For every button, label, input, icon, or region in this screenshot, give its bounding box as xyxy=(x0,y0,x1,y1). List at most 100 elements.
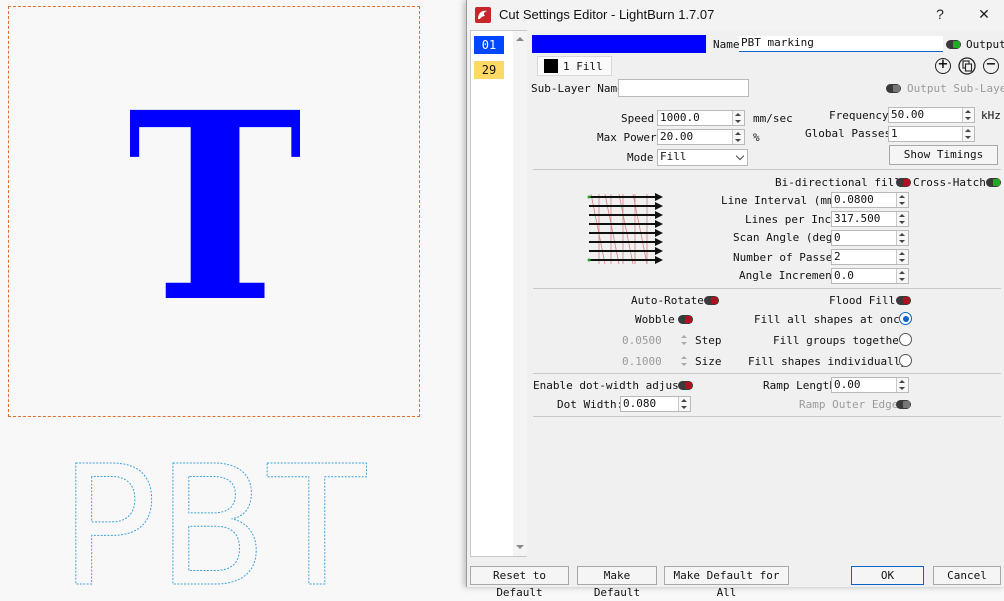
ramp-length-value: 0.00 xyxy=(834,378,861,391)
sublayer-tab-fill[interactable]: 1 Fill xyxy=(537,56,612,76)
sublayer-tab-label: 1 Fill xyxy=(563,60,603,73)
frequency-unit: kHz xyxy=(981,109,1001,122)
global-passes-input[interactable]: 1 xyxy=(888,126,975,142)
fill-groups-radio[interactable] xyxy=(899,333,912,346)
show-timings-button[interactable]: Show Timings xyxy=(889,145,998,165)
ramp-outer-edge-toggle[interactable] xyxy=(896,400,911,409)
max-power-value: 20.00 xyxy=(660,130,694,143)
pbt-outline-text[interactable]: PBT xyxy=(60,462,380,586)
letter-t-shape[interactable]: T xyxy=(130,104,300,300)
scan-angle-label: Scan Angle (deg) xyxy=(733,231,839,244)
enable-dot-width-label: Enable dot-width adjust xyxy=(533,379,686,392)
cut-settings-dialog: Cut Settings Editor - LightBurn 1.7.07 ?… xyxy=(466,0,1004,599)
cross-hatch-label: Cross-Hatch xyxy=(913,176,986,189)
speed-label: Speed xyxy=(621,112,655,125)
line-interval-input[interactable]: 0.0800 xyxy=(831,192,909,208)
max-power-label: Max Power xyxy=(597,131,657,144)
dot-width-value: 0.080 xyxy=(623,397,657,410)
number-of-passes-input[interactable]: 2 xyxy=(831,249,909,265)
layer-chip-01[interactable]: 01 xyxy=(474,36,504,54)
reset-to-default-button[interactable]: Reset to Default xyxy=(470,566,569,599)
output-toggle[interactable] xyxy=(946,40,961,49)
design-canvas[interactable]: T PBT xyxy=(0,0,468,587)
ramp-outer-edge-label: Ramp Outer Edge xyxy=(799,398,899,411)
frequency-input[interactable]: 50.00 xyxy=(888,107,975,123)
max-power-unit: % xyxy=(753,131,760,144)
bidirectional-fill-toggle[interactable] xyxy=(896,178,911,187)
auto-rotate-toggle[interactable] xyxy=(704,296,719,305)
mode-label: Mode xyxy=(627,151,654,164)
output-sublayer-toggle[interactable] xyxy=(886,84,901,93)
line-interval-value: 0.0800 xyxy=(834,193,874,206)
ok-button[interactable]: OK xyxy=(851,566,924,585)
make-default-button[interactable]: Make Default xyxy=(577,566,657,599)
step-spinner[interactable] xyxy=(679,333,690,347)
speed-input[interactable]: 1000.0 xyxy=(657,110,745,126)
name-label: Name xyxy=(713,38,740,51)
step-value: 0.0500 xyxy=(622,334,662,347)
lines-per-inch-label: Lines per Inch xyxy=(745,213,838,226)
output-sublayer-label: Output Sub-Layer xyxy=(907,82,1004,95)
cancel-button[interactable]: Cancel xyxy=(933,566,1001,585)
name-input[interactable]: PBT marking xyxy=(739,36,943,52)
divider xyxy=(533,373,1001,374)
make-default-for-all-button[interactable]: Make Default for All xyxy=(664,566,789,599)
fill-pattern-preview-icon xyxy=(587,193,663,265)
title-bar: Cut Settings Editor - LightBurn 1.7.07 ?… xyxy=(467,0,1004,30)
window-title: Cut Settings Editor - LightBurn 1.7.07 xyxy=(499,7,715,22)
max-power-input[interactable]: 20.00 xyxy=(657,129,745,145)
plus-circle-icon[interactable]: + xyxy=(935,58,951,74)
flood-fill-label: Flood Fill xyxy=(829,294,896,307)
chevron-down-icon xyxy=(735,151,745,161)
fill-individually-radio[interactable] xyxy=(899,354,912,367)
angle-increment-input[interactable]: 0.0 xyxy=(831,268,909,284)
layer-chip-29[interactable]: 29 xyxy=(474,61,504,79)
speed-value: 1000.0 xyxy=(660,111,700,124)
layer-chip-label: 29 xyxy=(481,63,497,77)
scroll-down-icon[interactable] xyxy=(516,544,524,550)
frequency-value: 50.00 xyxy=(891,108,925,121)
close-button[interactable]: ✕ xyxy=(973,4,995,24)
minus-circle-icon[interactable]: − xyxy=(983,58,999,74)
auto-rotate-label: Auto-Rotate xyxy=(631,294,704,307)
help-button[interactable]: ? xyxy=(929,4,951,24)
number-of-passes-value: 2 xyxy=(834,250,841,263)
divider xyxy=(533,416,1001,417)
global-passes-value: 1 xyxy=(891,127,898,140)
ramp-length-input[interactable]: 0.00 xyxy=(831,377,909,393)
layer-color-swatch[interactable] xyxy=(532,35,706,53)
mode-value: Fill xyxy=(660,150,687,163)
line-interval-label: Line Interval (mm) xyxy=(721,194,841,207)
layer-chip-label: 01 xyxy=(481,38,497,52)
enable-dot-width-toggle[interactable] xyxy=(678,381,693,390)
size-spinner[interactable] xyxy=(679,354,690,368)
sublayer-name-input[interactable] xyxy=(618,79,749,97)
mode-dropdown[interactable]: Fill xyxy=(657,149,748,166)
scroll-up-icon[interactable] xyxy=(516,36,524,42)
sublayer-color-swatch xyxy=(544,59,558,73)
layer-list[interactable]: 01 29 xyxy=(470,30,527,557)
scan-angle-input[interactable]: 0 xyxy=(831,230,909,246)
cross-hatch-toggle[interactable] xyxy=(986,178,1001,187)
global-passes-label: Global Passes xyxy=(805,127,892,140)
fill-groups-label: Fill groups together xyxy=(773,334,906,347)
angle-increment-value: 0.0 xyxy=(834,269,854,282)
layer-list-scrollbar[interactable] xyxy=(513,31,527,556)
size-label: Size xyxy=(695,355,722,368)
output-label: Output xyxy=(966,38,1004,51)
bidirectional-fill-label: Bi-directional fill xyxy=(775,176,901,189)
divider xyxy=(533,288,1001,289)
ramp-length-label: Ramp Length xyxy=(763,379,836,392)
duplicate-icon[interactable] xyxy=(958,57,976,75)
scan-angle-value: 0 xyxy=(834,231,841,244)
lines-per-inch-input[interactable]: 317.500 xyxy=(831,211,909,227)
divider xyxy=(533,169,1001,170)
dot-width-input[interactable]: 0.080 xyxy=(620,396,691,412)
angle-increment-label: Angle Increment xyxy=(739,269,839,282)
flood-fill-toggle[interactable] xyxy=(896,296,911,305)
lightburn-logo-icon xyxy=(475,7,491,23)
fill-all-label: Fill all shapes at once xyxy=(754,313,907,326)
fill-all-radio[interactable] xyxy=(899,312,912,325)
big-letter: T xyxy=(130,104,300,300)
wobble-toggle[interactable] xyxy=(678,315,693,324)
